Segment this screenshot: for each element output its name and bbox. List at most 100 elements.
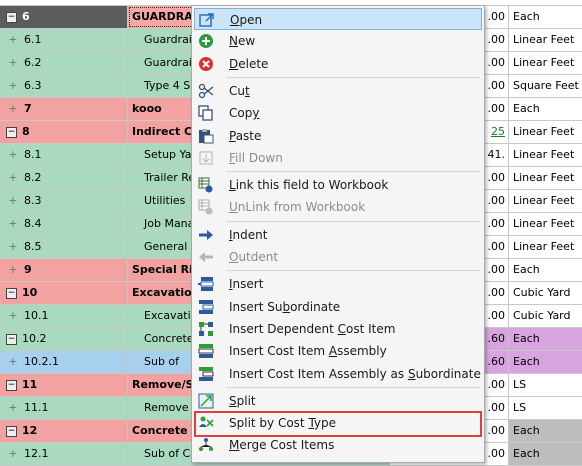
description-text: Job Mana [144,217,195,230]
unit-cell[interactable]: Linear Feet [509,29,582,51]
expand-toggle-icon[interactable]: + [6,29,20,51]
expand-toggle-icon[interactable]: + [6,351,20,373]
collapse-toggle-icon[interactable]: − [6,287,17,299]
quantity-value: .00 [487,424,506,437]
menu-item-split[interactable]: Split [194,390,482,412]
expand-toggle-icon[interactable]: + [6,443,20,465]
unit-cell[interactable]: Each [509,98,582,120]
expand-toggle-icon[interactable]: + [6,259,20,281]
menu-item-insert-cost-item-assembly-as-subordinate[interactable]: Insert Cost Item Assembly as Subordinate [194,363,482,385]
unit-text: Linear Feet [513,240,575,253]
menu-item-insert[interactable]: Insert [194,273,482,295]
menu-item-new[interactable]: New [194,30,482,52]
expand-toggle-icon[interactable]: + [6,52,20,74]
row-number-cell[interactable]: +10.1 [0,305,128,327]
unit-cell[interactable]: Each [509,443,582,465]
expand-toggle-icon[interactable]: + [6,75,20,97]
quantity-value: .00 [487,309,506,322]
row-number: 10.2.1 [24,355,59,368]
unit-cell[interactable]: Linear Feet [509,236,582,258]
row-number-cell[interactable]: −10.2 [0,328,128,350]
row-number-cell[interactable]: −12 [0,420,128,442]
unit-cell[interactable]: Linear Feet [509,190,582,212]
unit-cell[interactable]: Each [509,259,582,281]
menu-item-paste[interactable]: Paste [194,125,482,147]
expand-toggle-icon[interactable]: + [6,305,20,327]
row-number-cell[interactable]: +6.3 [0,75,128,97]
row-number-cell[interactable]: −11 [0,374,128,396]
unit-text: Each [513,424,540,437]
expand-toggle-icon[interactable]: + [6,190,20,212]
expand-toggle-icon[interactable]: + [6,144,20,166]
row-number-cell[interactable]: +10.2.1 [0,351,128,373]
collapse-toggle-icon[interactable]: − [6,126,17,138]
unit-cell[interactable]: Linear Feet [509,144,582,166]
row-number-cell[interactable]: +8.2 [0,167,128,189]
description-text: Sub of Co [144,447,197,460]
row-number: 10.2 [22,332,47,345]
row-number-cell[interactable]: +8.5 [0,236,128,258]
expand-toggle-icon[interactable]: + [6,397,20,419]
row-number: 8 [22,125,30,138]
row-number-cell[interactable]: +12.1 [0,443,128,465]
menu-item-copy[interactable]: Copy [194,102,482,124]
menu-item-insert-dependent-cost-item[interactable]: Insert Dependent Cost Item [194,318,482,340]
menu-item-delete[interactable]: Delete [194,53,482,75]
collapse-toggle-icon[interactable]: − [6,379,17,391]
row-number-cell[interactable]: +6.1 [0,29,128,51]
unit-cell[interactable]: LS [509,374,582,396]
description-text: Concrete [144,332,194,345]
description-text: General E [144,240,198,253]
row-number-cell[interactable]: +8.4 [0,213,128,235]
collapse-toggle-icon[interactable]: − [6,11,17,23]
menu-item-label: Insert [229,277,264,292]
quantity-value: .60 [487,355,506,368]
menu-item-open[interactable]: Open [194,8,482,30]
unit-cell[interactable]: Each [509,328,582,350]
menu-item-insert-subordinate[interactable]: Insert Subordinate [194,296,482,318]
unit-text: Linear Feet [513,33,575,46]
menu-item-label: Split [229,393,256,408]
description-text: Sub of [144,355,180,368]
menu-item-merge-cost-items[interactable]: Merge Cost Items [194,434,482,456]
unit-cell[interactable]: Each [509,420,582,442]
unit-cell[interactable]: Cubic Yard [509,305,582,327]
unit-cell[interactable]: Each [509,351,582,373]
row-number-cell[interactable]: +7 [0,98,128,120]
menu-item-link-this-field-to-workbook[interactable]: Link this field to Workbook [194,174,482,196]
collapse-toggle-icon[interactable]: − [6,333,17,345]
row-number-cell[interactable]: +8.1 [0,144,128,166]
row-number-cell[interactable]: −6 [0,6,128,28]
description-text: kooo [132,102,162,115]
menu-item-indent[interactable]: Indent [194,224,482,246]
quantity-value: .00 [487,447,506,460]
row-number-cell[interactable]: +11.1 [0,397,128,419]
unit-cell[interactable]: Cubic Yard [509,282,582,304]
unit-cell[interactable]: Square Feet [509,75,582,97]
row-number: 6.1 [24,33,42,46]
row-number-cell[interactable]: +8.3 [0,190,128,212]
quantity-value: 25 [491,125,505,138]
row-number-cell[interactable]: +6.2 [0,52,128,74]
expand-toggle-icon[interactable]: + [6,98,20,120]
expand-toggle-icon[interactable]: + [6,167,20,189]
menu-item-label: Insert Cost Item Assembly [229,344,387,359]
unit-text: Cubic Yard [513,286,571,299]
unit-text: Linear Feet [513,217,575,230]
unit-cell[interactable]: Linear Feet [509,121,582,143]
row-number-cell[interactable]: −10 [0,282,128,304]
unit-cell[interactable]: Linear Feet [509,213,582,235]
unit-cell[interactable]: Linear Feet [509,167,582,189]
row-number-cell[interactable]: −8 [0,121,128,143]
collapse-toggle-icon[interactable]: − [6,425,17,437]
quantity-value: .00 [487,378,506,391]
row-number: 10.1 [24,309,49,322]
unit-cell[interactable]: Each [509,6,582,28]
unit-cell[interactable]: Linear Feet [509,52,582,74]
menu-item-insert-cost-item-assembly[interactable]: Insert Cost Item Assembly [194,340,482,362]
row-number-cell[interactable]: +9 [0,259,128,281]
expand-toggle-icon[interactable]: + [6,236,20,258]
expand-toggle-icon[interactable]: + [6,213,20,235]
menu-item-cut[interactable]: Cut [194,80,482,102]
unit-cell[interactable]: LS [509,397,582,419]
